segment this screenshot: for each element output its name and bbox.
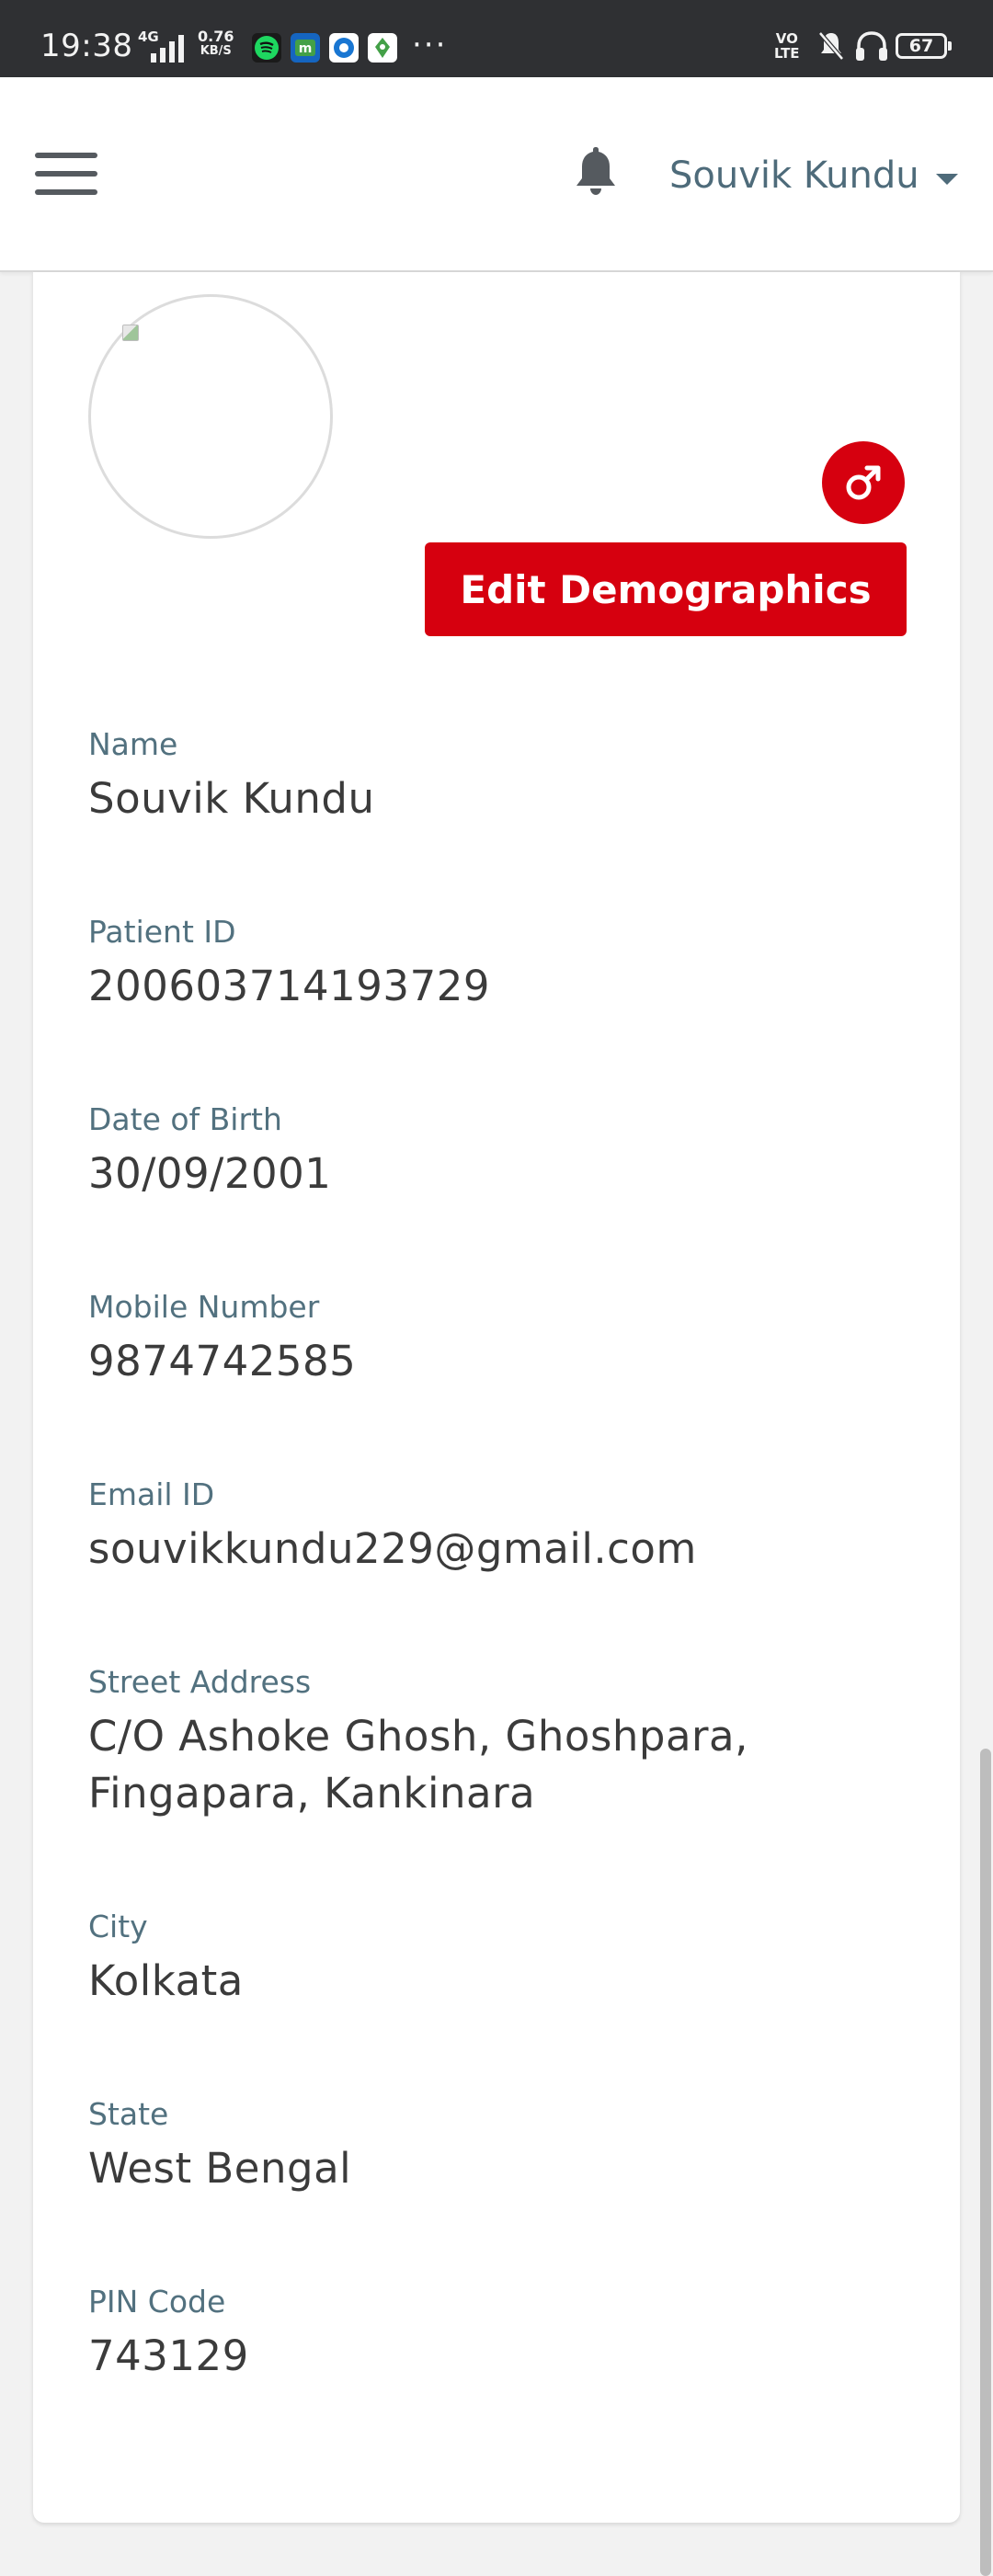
battery-icon: 67 — [896, 33, 952, 59]
field-value: 743129 — [88, 2331, 249, 2380]
male-symbol-icon — [846, 465, 881, 500]
field-label: PIN Code — [88, 2284, 226, 2320]
demographics-card: Edit Demographics Name Souvik Kundu Pati… — [33, 272, 960, 2523]
status-time: 19:38 — [40, 28, 133, 64]
field-label: Mobile Number — [88, 1289, 320, 1325]
field-name: Name Souvik Kundu — [88, 726, 916, 827]
field-value: West Bengal — [88, 2144, 352, 2193]
mute-icon — [818, 31, 844, 61]
status-bar: 19:38 4G 0.76 KB/S m ··· VO LTE 67 — [0, 0, 993, 77]
avatar — [88, 294, 333, 539]
field-state: State West Bengal — [88, 2096, 916, 2197]
field-value: souvikkundu229@gmail.com — [88, 1524, 697, 1573]
field-label: Name — [88, 726, 178, 762]
field-value: 200603714193729 — [88, 962, 490, 1010]
field-patient-id: Patient ID 200603714193729 — [88, 914, 916, 1015]
field-city: City Kolkata — [88, 1909, 916, 2010]
field-value: 9874742585 — [88, 1337, 357, 1385]
field-email-id: Email ID souvikkundu229@gmail.com — [88, 1476, 916, 1578]
svg-text:m: m — [299, 41, 313, 56]
gender-badge — [822, 441, 905, 524]
spotify-icon — [252, 33, 281, 63]
user-menu[interactable]: Souvik Kundu — [669, 153, 958, 199]
field-label: Date of Birth — [88, 1101, 282, 1137]
volte-top: VO — [775, 30, 798, 47]
edit-demographics-button[interactable]: Edit Demographics — [425, 542, 907, 636]
volte-indicator: VO LTE — [774, 31, 800, 61]
field-value: 30/09/2001 — [88, 1149, 332, 1198]
field-date-of-birth: Date of Birth 30/09/2001 — [88, 1101, 916, 1203]
scrollbar[interactable] — [980, 1749, 991, 2576]
field-street-address: Street Address C/O Ashoke Ghosh, Ghoshpa… — [88, 1664, 787, 1822]
hamburger-icon[interactable] — [35, 153, 97, 195]
signal-icon — [151, 35, 184, 63]
network-speed: 0.76 KB/S — [198, 28, 234, 59]
field-label: Email ID — [88, 1476, 215, 1512]
volte-bottom: LTE — [774, 45, 800, 62]
messenger-m-icon: m — [291, 33, 320, 63]
bell-icon[interactable] — [572, 143, 620, 199]
app-header: Souvik Kundu — [0, 77, 993, 272]
field-value: C/O Ashoke Ghosh, Ghoshpara, Fingapara, … — [88, 1712, 748, 1818]
user-name: Souvik Kundu — [669, 154, 919, 197]
more-notifications-icon: ··· — [412, 27, 448, 63]
field-label: City — [88, 1909, 148, 1944]
broken-image-icon — [122, 325, 139, 341]
field-value: Souvik Kundu — [88, 774, 375, 823]
field-label: Patient ID — [88, 914, 236, 950]
chevron-down-icon — [935, 174, 958, 185]
speed-value: 0.76 — [198, 28, 234, 45]
speed-unit: KB/S — [200, 44, 232, 58]
field-value: Kolkata — [88, 1956, 244, 2005]
field-label: Street Address — [88, 1664, 312, 1700]
messages-icon — [329, 33, 359, 63]
field-label: State — [88, 2096, 169, 2132]
headphones-icon — [856, 31, 887, 61]
field-mobile-number: Mobile Number 9874742585 — [88, 1289, 916, 1390]
app-notification-icon — [368, 33, 397, 63]
field-pin-code: PIN Code 743129 — [88, 2284, 916, 2385]
